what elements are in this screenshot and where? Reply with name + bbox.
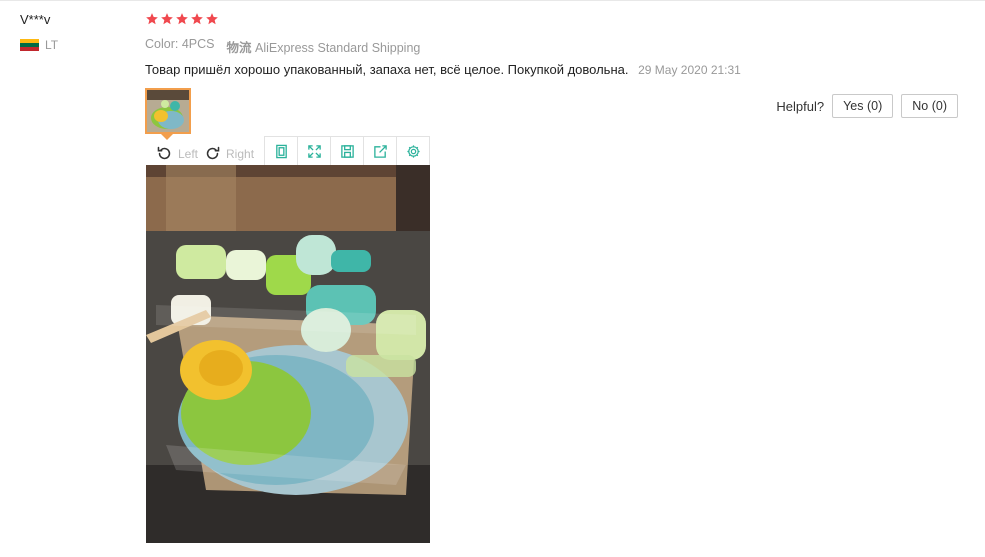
helpful-section: Helpful? Yes (0) No (0) — [776, 94, 958, 118]
lithuania-flag-icon — [20, 38, 39, 52]
star-icon — [161, 13, 173, 25]
rotate-left-label: Left — [178, 146, 199, 161]
review-photo-large[interactable] — [146, 165, 430, 543]
color-option: Color: 4PCS — [145, 37, 215, 51]
shipping-info: 物流 AliExpress Standard Shipping — [226, 37, 420, 56]
star-icon — [146, 13, 158, 25]
star-icon — [191, 13, 203, 25]
image-viewer-toolbar — [264, 136, 430, 166]
reviewer-name: V***v — [20, 12, 51, 27]
rotate-right-button[interactable]: Right — [204, 145, 254, 162]
country-code: LT — [45, 38, 59, 52]
fullscreen-button[interactable] — [298, 137, 331, 165]
review-photo-image — [146, 165, 430, 543]
rotate-right-icon — [206, 146, 220, 160]
review-photo-thumbnail[interactable] — [145, 88, 191, 134]
order-info: Color: 4PCS 物流 AliExpress Standard Shipp… — [145, 37, 420, 56]
fullscreen-icon — [307, 144, 321, 158]
rotate-right-label: Right — [226, 146, 255, 161]
helpful-no-button[interactable]: No (0) — [901, 94, 958, 118]
star-icon — [176, 13, 188, 25]
rotate-controls: Left Right — [156, 145, 254, 162]
helpful-yes-button[interactable]: Yes (0) — [832, 94, 894, 118]
review-content: Товар пришёл хорошо упакованный, запаха … — [145, 62, 741, 77]
top-divider — [0, 0, 985, 1]
original-size-button[interactable] — [265, 137, 298, 165]
review-text: Товар пришёл хорошо упакованный, запаха … — [145, 62, 629, 77]
share-button[interactable] — [364, 137, 397, 165]
thumbnail-pointer — [161, 134, 173, 140]
save-icon — [340, 144, 354, 158]
thumbnail-image — [147, 90, 189, 132]
review-date: 29 May 2020 21:31 — [638, 63, 741, 77]
reviewer-country: LT — [20, 38, 58, 52]
share-icon — [373, 144, 387, 158]
rotate-left-icon — [157, 146, 171, 160]
star-rating — [145, 12, 219, 26]
shipping-method: AliExpress Standard Shipping — [254, 41, 421, 55]
save-button[interactable] — [331, 137, 364, 165]
shipping-cn-label: 物流 — [226, 41, 252, 55]
settings-icon — [406, 144, 420, 158]
star-icon — [206, 13, 218, 25]
original-size-icon — [275, 144, 287, 158]
helpful-label: Helpful? — [776, 98, 825, 114]
settings-button[interactable] — [397, 137, 429, 165]
rotate-left-button[interactable]: Left — [156, 145, 198, 162]
